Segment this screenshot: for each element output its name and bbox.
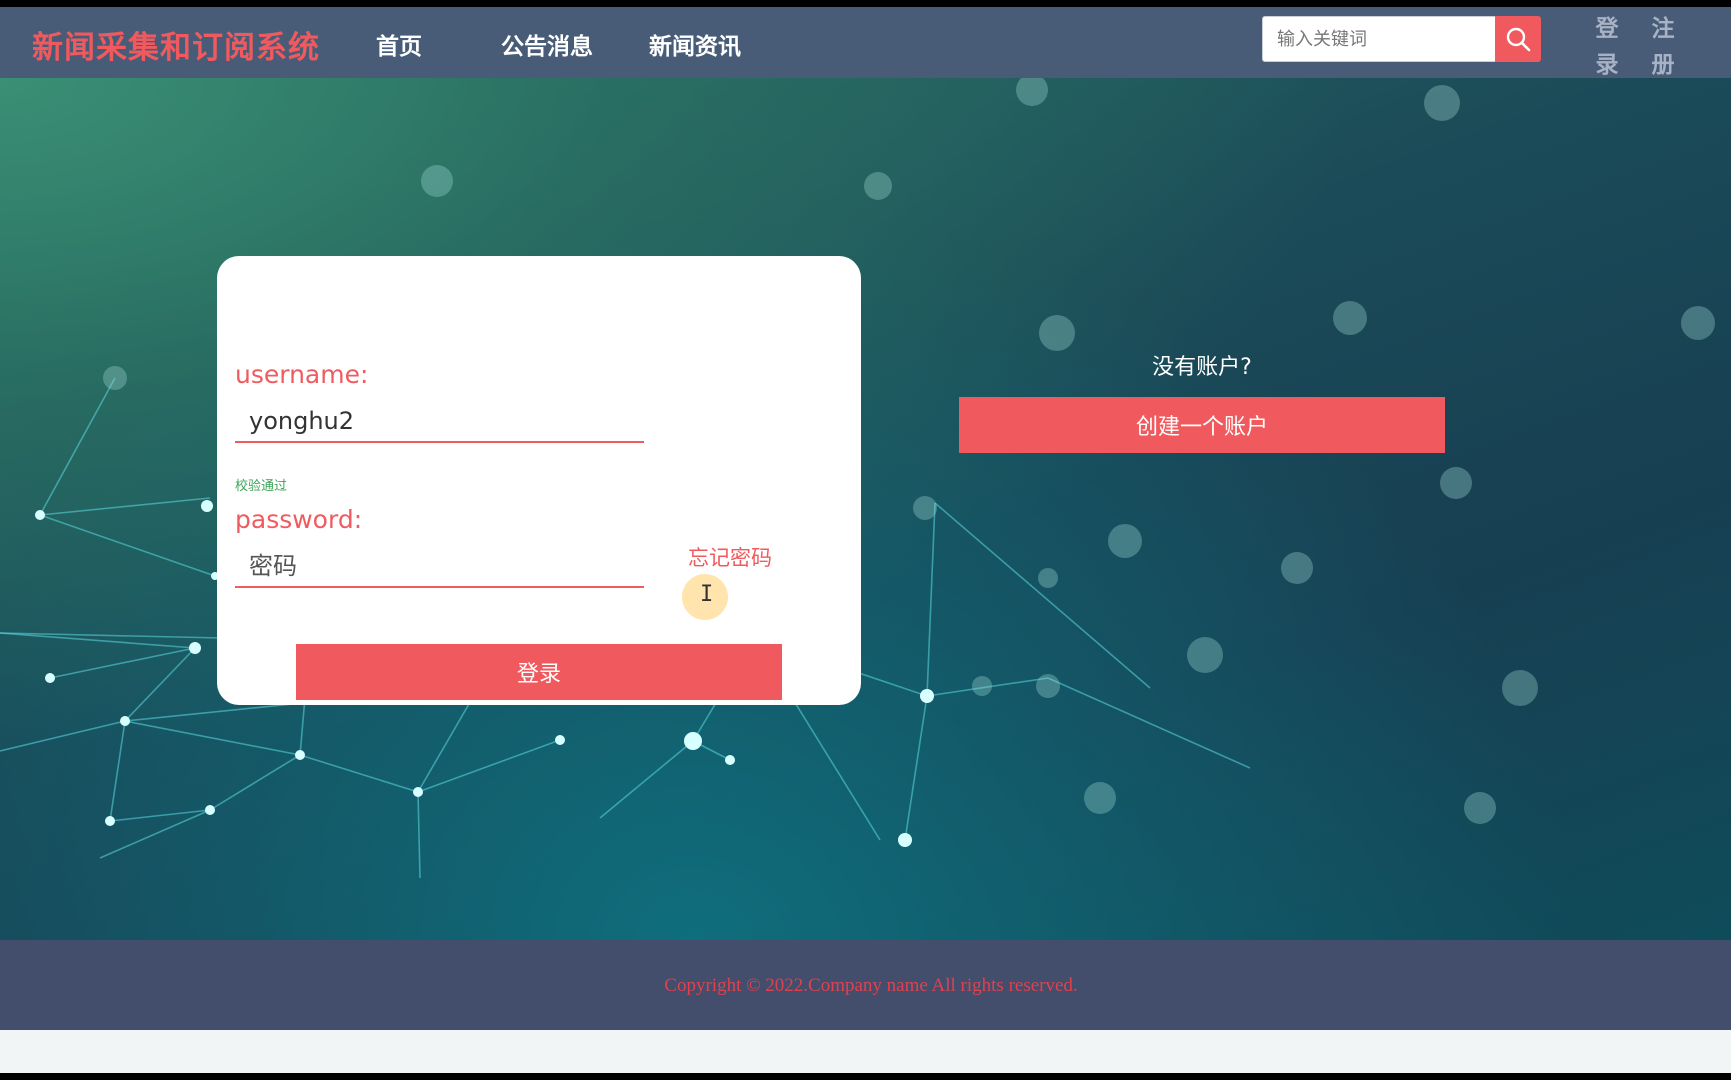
page-footer: Copyright © 2022.Company name All rights… [0,940,1731,1030]
username-valid-hint: 校验通过 [235,479,288,494]
mouse-cursor-highlight: I [682,574,728,620]
login-link-char-1: 登 [1595,16,1619,42]
register-link[interactable]: 注 册 [1650,11,1676,83]
browser-viewport: 新闻采集和订阅系统 首页 公告消息 新闻资讯 登 录 注 册 [0,7,1731,1073]
password-input[interactable] [235,546,644,588]
no-account-prompt: 没有账户? [1152,355,1252,380]
search-icon [1506,27,1531,52]
register-link-char-1: 注 [1651,16,1675,42]
forgot-password-link[interactable]: 忘记密码 [688,542,772,572]
search-input[interactable] [1262,16,1496,62]
search-button[interactable] [1495,16,1541,62]
username-label: username: [235,360,369,389]
top-navbar: 新闻采集和订阅系统 首页 公告消息 新闻资讯 登 录 注 册 [0,7,1731,78]
nav-item-home[interactable]: 首页 [376,27,422,61]
login-card: username: 校验通过 password: 忘记密码 登录 I [217,256,861,705]
site-brand[interactable]: 新闻采集和订阅系统 [32,22,320,67]
username-input[interactable] [235,401,644,443]
login-button[interactable]: 登录 [296,644,782,700]
copyright-text: Copyright © 2022.Company name All rights… [664,975,1078,996]
password-label: password: [235,505,363,534]
login-link[interactable]: 登 录 [1594,11,1620,83]
create-account-button[interactable]: 创建一个账户 [959,397,1445,453]
text-cursor-icon: I [700,582,714,607]
nav-item-announcements[interactable]: 公告消息 [501,27,593,61]
hero-background: username: 校验通过 password: 忘记密码 登录 I 没有账户?… [0,78,1731,940]
nav-item-news[interactable]: 新闻资讯 [649,27,741,61]
